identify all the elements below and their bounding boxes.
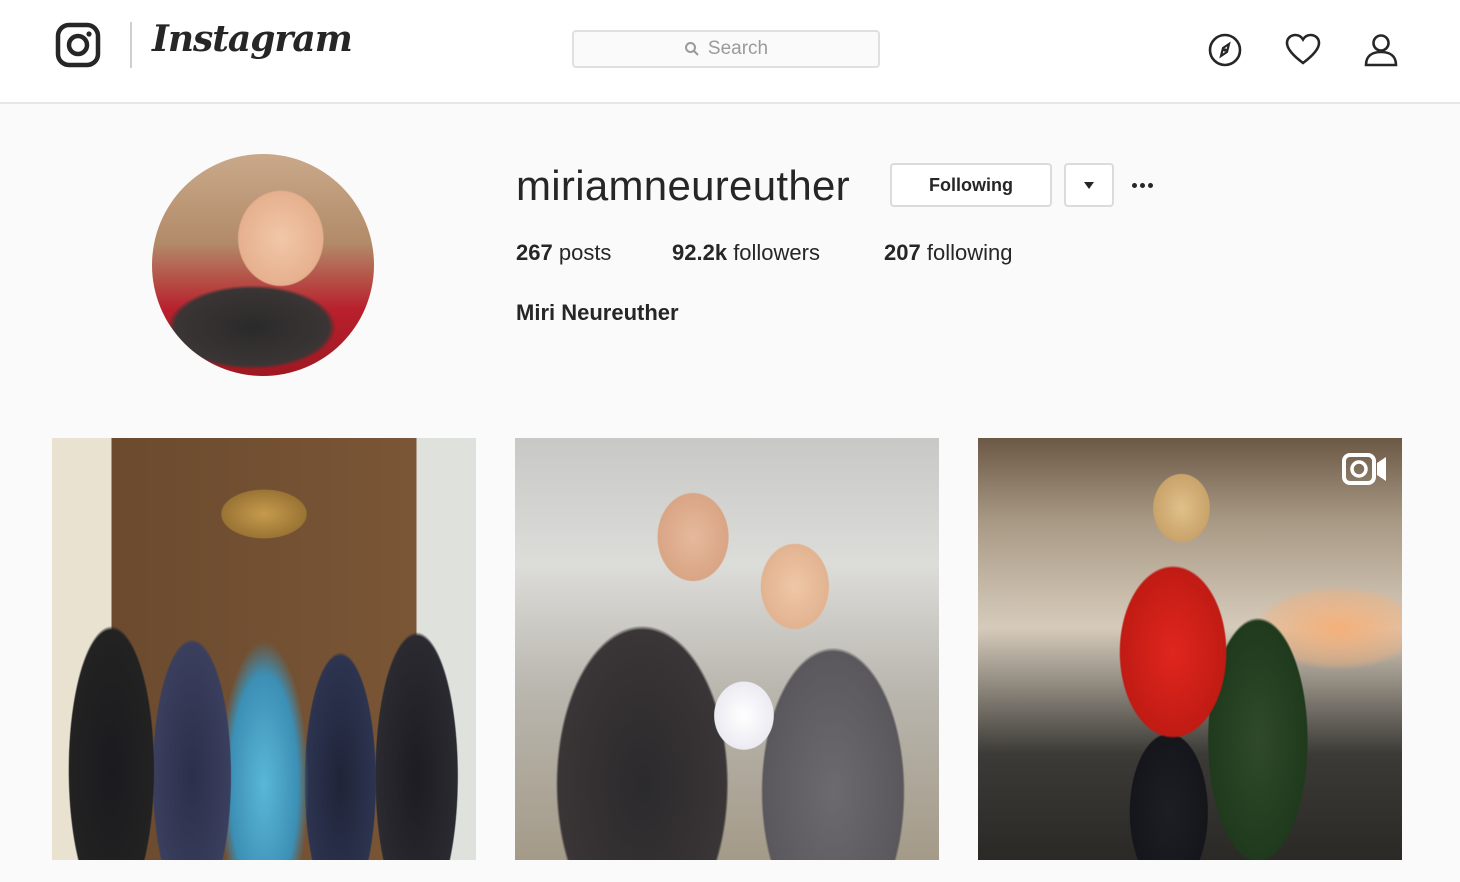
post-thumbnail-3[interactable] (978, 438, 1402, 860)
top-nav-bar: Instagram Search (0, 0, 1460, 104)
profile-full-name: Miri Neureuther (516, 300, 679, 325)
more-options-button[interactable] (1126, 170, 1158, 200)
post-photo (515, 480, 939, 860)
following-button[interactable]: Following (890, 163, 1052, 207)
post-thumbnail-2[interactable] (515, 438, 939, 860)
search-input[interactable]: Search (572, 30, 880, 68)
post-photo (52, 560, 476, 860)
instagram-wordmark[interactable]: Instagram (152, 18, 353, 60)
following-link[interactable]: 207 following (884, 240, 1012, 266)
dot (1147, 182, 1153, 188)
followers-link[interactable]: 92.2k followers (672, 240, 820, 266)
post-thumbnail-1[interactable] (52, 438, 476, 860)
post-photo (978, 460, 1402, 860)
profile-username: miriamneureuther (516, 162, 850, 209)
activity-heart-icon[interactable] (1283, 30, 1323, 70)
search-placeholder: Search (707, 38, 769, 59)
posts-count-value: 267 (516, 240, 553, 265)
following-count-label: following (926, 240, 1013, 265)
dot (1131, 182, 1137, 188)
posts-count-label: posts (558, 240, 612, 265)
followers-count-value: 92.2k (672, 240, 728, 265)
followers-count-label: followers (733, 240, 820, 265)
instagram-logo-icon[interactable] (55, 22, 101, 68)
suggested-dropdown-button[interactable] (1064, 163, 1114, 207)
profile-user-icon[interactable] (1361, 30, 1401, 70)
caret-down-icon (1084, 181, 1094, 189)
posts-count: 267 posts (516, 240, 611, 266)
profile-avatar[interactable] (152, 154, 374, 376)
logo-divider (130, 22, 132, 68)
video-camera-icon (1342, 453, 1386, 485)
dot (1139, 182, 1145, 188)
following-count-value: 207 (884, 240, 921, 265)
search-icon (684, 42, 699, 56)
explore-compass-icon[interactable] (1205, 30, 1245, 70)
